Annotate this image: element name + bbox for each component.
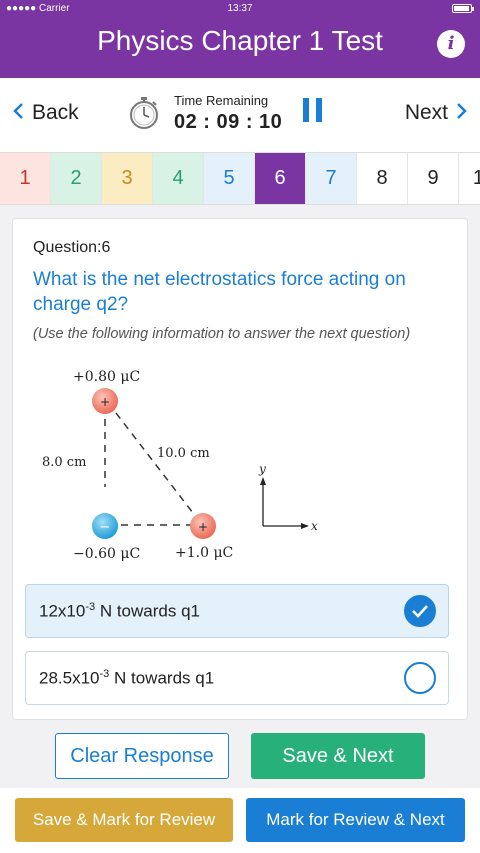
page-title: Physics Chapter 1 Test <box>97 25 383 56</box>
back-button[interactable]: Back <box>12 100 79 126</box>
question-number-10[interactable]: 10 <box>459 153 480 204</box>
question-number-label: Question:6 <box>33 239 111 256</box>
q1-charge-label: +0.80 μC <box>73 369 140 385</box>
info-icon[interactable]: i <box>437 30 465 58</box>
chevron-left-icon <box>12 100 24 126</box>
stopwatch-icon <box>130 97 158 129</box>
question-number-6[interactable]: 6 <box>255 153 306 204</box>
charge-diagram: + − + +0.80 μC −0.60 μC +1.0 μC 8.0 cm 1… <box>42 369 318 562</box>
question-number-4[interactable]: 4 <box>153 153 204 204</box>
next-label: Next <box>404 101 448 124</box>
question-number-7[interactable]: 7 <box>306 153 357 204</box>
timer-value: 02 : 09 : 10 <box>174 111 283 133</box>
clear-response-button[interactable]: Clear Response <box>55 733 229 779</box>
pause-button[interactable] <box>303 98 323 122</box>
question-number-strip: 12345678910 <box>0 152 480 205</box>
svg-text:+: + <box>198 520 208 534</box>
y-axis-label: y <box>258 462 266 476</box>
back-label: Back <box>32 101 79 124</box>
question-number-2[interactable]: 2 <box>51 153 102 204</box>
mark-review-next-button[interactable]: Mark for Review & Next <box>246 798 465 842</box>
question-number-3[interactable]: 3 <box>102 153 153 204</box>
battery-icon <box>452 4 474 13</box>
question-text: What is the net electrostatics force act… <box>33 269 406 315</box>
answer-option-text: 28.5x10-3 N towards q1 <box>39 668 215 688</box>
question-card: Question:6 What is the net electrostatic… <box>12 218 468 720</box>
svg-text:−: − <box>100 520 111 535</box>
question-number-1[interactable]: 1 <box>0 153 51 204</box>
save-next-button[interactable]: Save & Next <box>251 733 425 779</box>
question-note: (Use the following information to answer… <box>33 326 411 342</box>
question-number-5[interactable]: 5 <box>204 153 255 204</box>
status-time: 13:37 <box>227 3 253 14</box>
radio-circle-icon[interactable] <box>404 662 436 694</box>
save-mark-review-button[interactable]: Save & Mark for Review <box>15 798 233 842</box>
question-number-8[interactable]: 8 <box>357 153 408 204</box>
q2-charge-label: −0.60 μC <box>73 546 140 562</box>
next-button[interactable]: Next <box>405 100 468 126</box>
svg-text:+: + <box>100 395 110 409</box>
pause-icon <box>303 98 309 122</box>
chevron-right-icon <box>456 100 468 126</box>
status-bar: ●●●●● Carrier 13:37 <box>0 2 480 16</box>
answer-option-text: 12x10-3 N towards q1 <box>39 601 200 621</box>
diagonal-distance-label: 10.0 cm <box>157 446 210 461</box>
check-icon[interactable] <box>404 595 436 627</box>
answer-option-1[interactable]: 12x10-3 N towards q1 <box>25 584 449 638</box>
timer-row: Back Time Remaining 02 : 09 : 10 Next <box>0 78 480 152</box>
question-number-9[interactable]: 9 <box>408 153 459 204</box>
answer-option-2[interactable]: 28.5x10-3 N towards q1 <box>25 651 449 705</box>
x-axis-label: x <box>311 519 318 533</box>
q3-charge-label: +1.0 μC <box>175 545 233 561</box>
vertical-distance-label: 8.0 cm <box>42 455 86 470</box>
title-bar: ●●●●● Carrier 13:37 Physics Chapter 1 Te… <box>0 0 480 78</box>
timer-label: Time Remaining <box>174 93 269 108</box>
